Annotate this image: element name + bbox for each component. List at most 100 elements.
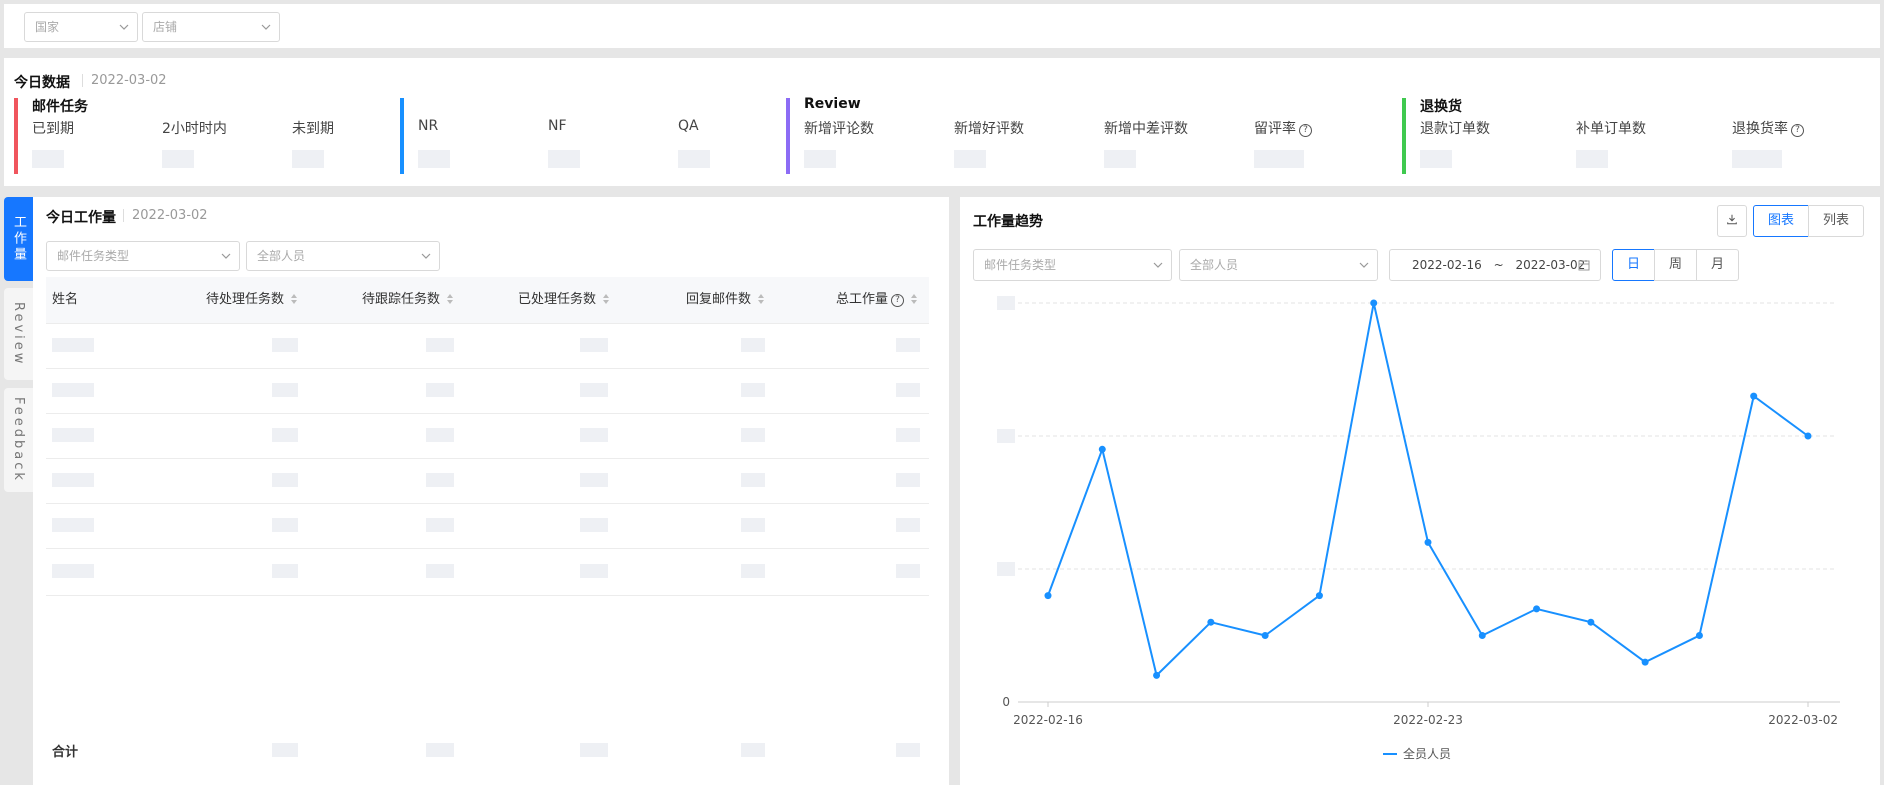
stat-review-rate: 留评率?	[1254, 118, 1312, 138]
question-circle-icon[interactable]: ?	[1791, 124, 1804, 137]
stat-return-rate-label: 退换货率	[1732, 121, 1788, 137]
col-header-replied[interactable]: 回复邮件数	[686, 277, 765, 323]
store-select[interactable]: 店铺	[142, 12, 280, 42]
x-tick-label: 2022-03-02	[1768, 713, 1838, 727]
trend-panel: 工作量趋势 图表 列表 邮件任务类型 全部人员 2022-02-16 ~ 202…	[960, 197, 1880, 785]
trend-task-type-label: 邮件任务类型	[984, 258, 1057, 272]
side-tab-review[interactable]: Review	[4, 288, 33, 380]
sort-icon[interactable]	[602, 293, 610, 305]
question-circle-icon[interactable]: ?	[891, 294, 905, 307]
data-point	[1044, 592, 1052, 600]
cell-placeholder	[52, 383, 94, 397]
col-header-total-label: 总工作量	[836, 292, 889, 307]
data-point	[1261, 632, 1269, 639]
return-group-title: 退换货	[1420, 99, 1462, 115]
cell-placeholder	[426, 428, 454, 442]
data-point	[1695, 632, 1703, 639]
period-day-label: 日	[1626, 257, 1640, 272]
cell-placeholder	[52, 338, 94, 352]
cell-placeholder	[426, 473, 454, 487]
view-chart-label: 图表	[1767, 213, 1794, 228]
cell-placeholder	[426, 383, 454, 397]
data-point	[1587, 618, 1595, 626]
period-day-button[interactable]: 日	[1612, 249, 1655, 281]
period-month-button[interactable]: 月	[1696, 249, 1739, 281]
download-button[interactable]	[1717, 205, 1747, 237]
cell-placeholder	[896, 518, 920, 532]
stat-new-negative: 新增中差评数	[1104, 121, 1188, 137]
review-group-bar	[786, 98, 790, 174]
question-circle-icon[interactable]: ?	[1299, 124, 1312, 137]
sort-icon[interactable]	[757, 293, 765, 305]
data-point	[1424, 538, 1432, 546]
cell-placeholder	[272, 383, 298, 397]
mail-task-title: 邮件任务	[32, 99, 88, 115]
date-range-start[interactable]: 2022-02-16	[1412, 258, 1482, 272]
cell-placeholder	[896, 473, 920, 487]
view-list-button[interactable]: 列表	[1808, 205, 1864, 237]
data-point	[1207, 618, 1215, 626]
period-month-label: 月	[1710, 257, 1724, 272]
trend-staff-select[interactable]: 全部人员	[1179, 249, 1378, 281]
cell-placeholder	[52, 564, 94, 578]
cell-placeholder	[896, 428, 920, 442]
stat-value-placeholder	[678, 150, 710, 168]
cell-placeholder	[580, 743, 608, 757]
col-header-processed-label: 已处理任务数	[518, 292, 597, 307]
cell-placeholder	[741, 743, 765, 757]
trend-task-type-select[interactable]: 邮件任务类型	[973, 249, 1172, 281]
workload-task-type-select[interactable]: 邮件任务类型	[46, 241, 240, 271]
country-select[interactable]: 国家	[24, 12, 138, 42]
stat-value-placeholder	[1254, 150, 1304, 168]
table-header: 姓名 待处理任务数 待跟踪任务数 已处理任务数 回复邮件数 总工作量?	[46, 277, 929, 323]
view-chart-button[interactable]: 图表	[1753, 205, 1809, 237]
stat-value-placeholder	[954, 150, 986, 168]
col-header-name-label: 姓名	[52, 292, 79, 307]
date-range-picker[interactable]: 2022-02-16 ~ 2022-03-02	[1389, 249, 1601, 281]
col-header-tracking[interactable]: 待跟踪任务数	[362, 277, 454, 323]
stat-value-placeholder	[1732, 150, 1782, 168]
col-header-processed[interactable]: 已处理任务数	[518, 277, 610, 323]
chevron-down-icon	[221, 253, 231, 259]
stat-new-reviews: 新增评论数	[804, 121, 874, 137]
workload-staff-select[interactable]: 全部人员	[246, 241, 440, 271]
date-range-end[interactable]: 2022-03-02	[1515, 258, 1585, 272]
sort-icon[interactable]	[446, 293, 454, 305]
col-header-total[interactable]: 总工作量?	[836, 277, 918, 323]
side-tab-workload-label: 工作量	[11, 215, 26, 263]
today-data-date: 2022-03-02	[82, 74, 167, 87]
stat-value-placeholder	[32, 150, 64, 168]
cell-placeholder	[896, 338, 920, 352]
side-tab-workload[interactable]: 工作量	[4, 197, 33, 281]
view-list-label: 列表	[1822, 213, 1849, 228]
cell-placeholder	[896, 743, 920, 757]
period-week-button[interactable]: 周	[1654, 249, 1697, 281]
side-tab-feedback[interactable]: Feedback	[4, 388, 33, 492]
side-tab-review-label: Review	[11, 301, 26, 367]
col-header-replied-label: 回复邮件数	[686, 292, 752, 307]
cell-placeholder	[741, 518, 765, 532]
mail-task-bar	[14, 98, 18, 174]
stat-qa: QA	[678, 118, 699, 134]
data-point	[1641, 658, 1649, 666]
data-point	[1153, 671, 1161, 679]
cell-placeholder	[580, 383, 608, 397]
col-header-pending[interactable]: 待处理任务数	[206, 277, 298, 323]
cell-placeholder	[272, 743, 298, 757]
sort-icon[interactable]	[910, 293, 918, 305]
workload-panel: 今日工作量 2022-03-02 邮件任务类型 全部人员 姓名 待处理任务数 待…	[33, 197, 949, 785]
data-point	[1370, 299, 1378, 307]
data-point	[1098, 445, 1106, 453]
cell-placeholder	[52, 428, 94, 442]
col-header-tracking-label: 待跟踪任务数	[362, 292, 441, 307]
cell-placeholder	[580, 428, 608, 442]
stat-nf: NF	[548, 118, 567, 134]
cell-placeholder	[272, 518, 298, 532]
chevron-down-icon	[119, 24, 129, 30]
cell-placeholder	[426, 338, 454, 352]
side-tab-feedback-label: Feedback	[11, 397, 26, 483]
cell-placeholder	[272, 564, 298, 578]
today-data-panel: 今日数据 2022-03-02 邮件任务 已到期 2小时时内 未到期 NR NF…	[4, 58, 1880, 186]
stat-value-placeholder	[804, 150, 836, 168]
sort-icon[interactable]	[290, 293, 298, 305]
